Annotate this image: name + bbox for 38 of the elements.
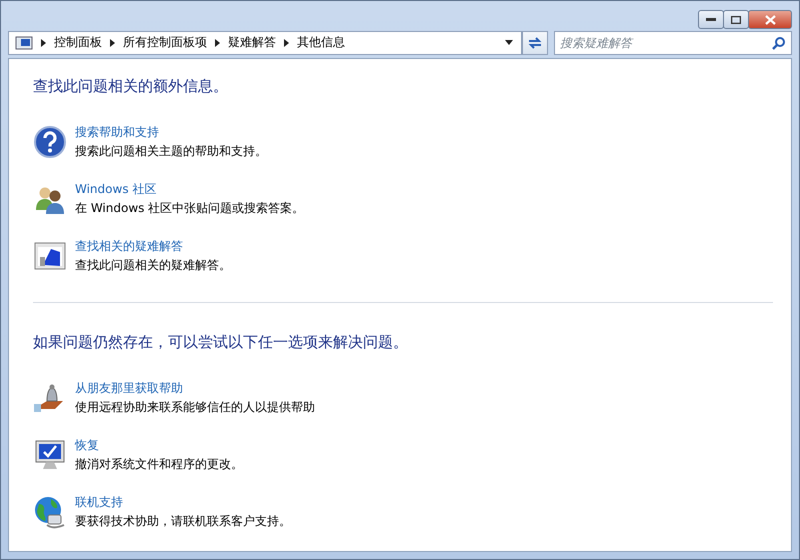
search-icon[interactable] <box>772 36 786 50</box>
section-heading: 查找此问题相关的额外信息。 <box>33 77 229 96</box>
dropdown-arrow-icon[interactable] <box>505 40 513 46</box>
task-link[interactable]: 恢复 <box>75 437 243 454</box>
task-description: 查找此问题相关的疑难解答。 <box>75 257 231 274</box>
task-description: 撤消对系统文件和程序的更改。 <box>75 456 243 473</box>
globe-icon <box>33 495 67 529</box>
task-link[interactable]: Windows 社区 <box>75 181 304 198</box>
task-description: 搜索此问题相关主题的帮助和支持。 <box>75 143 267 160</box>
breadcrumb[interactable]: 疑难解答 <box>228 34 276 52</box>
monitor-check-icon <box>33 438 67 472</box>
breadcrumb[interactable]: 其他信息 <box>297 34 345 52</box>
chevron-icon <box>110 38 115 47</box>
chevron-icon <box>284 38 289 47</box>
search-field[interactable]: 搜索疑难解答 <box>554 30 792 55</box>
breadcrumb[interactable]: 控制面板 <box>54 34 102 52</box>
refresh-icon <box>527 36 543 50</box>
refresh-button[interactable] <box>522 30 548 55</box>
minimize-icon <box>706 18 716 22</box>
help-icon <box>33 125 67 159</box>
task-description: 在 Windows 社区中张贴问题或搜索答案。 <box>75 200 304 217</box>
maximize-icon <box>731 16 741 24</box>
section-heading: 如果问题仍然存在，可以尝试以下任一选项来解决问题。 <box>33 333 409 352</box>
chevron-icon <box>41 38 46 47</box>
address-bar[interactable]: 控制面板 所有控制面板项 疑难解答 其他信息 <box>8 30 522 55</box>
task-link[interactable]: 搜索帮助和支持 <box>75 124 267 141</box>
task-description: 使用远程协助来联系能够信任的人以提供帮助 <box>75 399 315 416</box>
close-button[interactable] <box>748 10 792 29</box>
task-link[interactable]: 从朋友那里获取帮助 <box>75 380 315 397</box>
task-link[interactable]: 查找相关的疑难解答 <box>75 238 231 255</box>
minimize-button[interactable] <box>698 10 724 29</box>
maximize-button[interactable] <box>723 10 749 29</box>
task-description: 要获得技术协助，请联机联系客户支持。 <box>75 513 291 530</box>
control-panel-icon <box>15 36 33 50</box>
chevron-icon <box>215 38 220 47</box>
breadcrumb[interactable]: 所有控制面板项 <box>123 34 207 52</box>
task-link[interactable]: 联机支持 <box>75 494 291 511</box>
close-icon <box>764 14 776 24</box>
